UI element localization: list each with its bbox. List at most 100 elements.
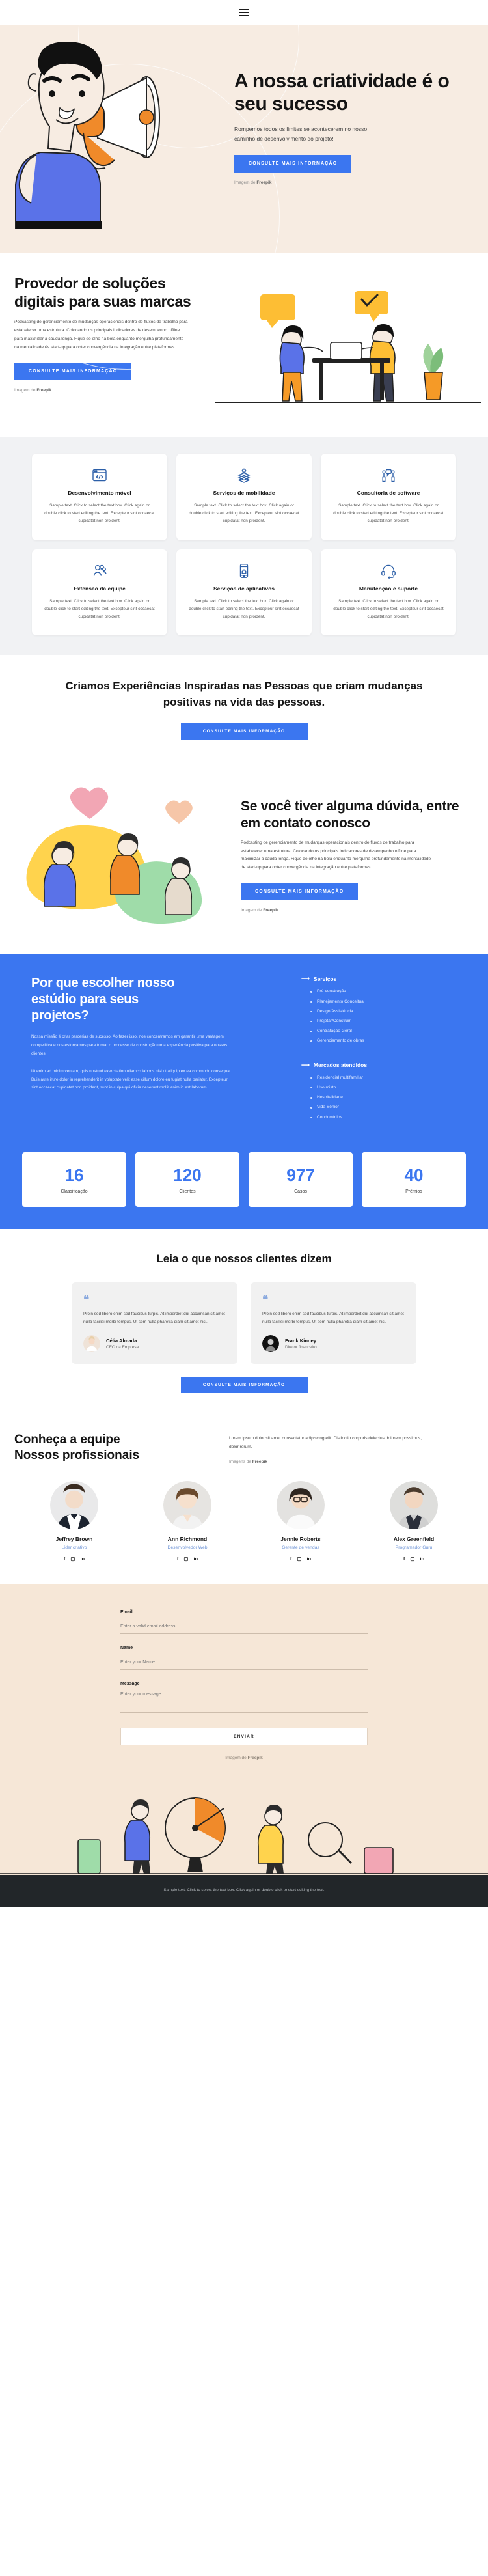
- list-item[interactable]: Contratação Geral: [310, 1028, 488, 1034]
- provider-credit-prefix: Imagem de: [14, 387, 37, 393]
- name-field-group: Name: [120, 1646, 368, 1670]
- stat-label: Classificação: [61, 1189, 88, 1194]
- quote-icon: ❝: [83, 1293, 90, 1306]
- name-label: Name: [120, 1646, 133, 1651]
- list-item[interactable]: Projetar/Construir: [310, 1018, 488, 1025]
- hero-section: A nossa criatividade é o seu sucesso Rom…: [0, 0, 488, 370]
- linkedin-icon[interactable]: in: [80, 1556, 85, 1562]
- headset-support-icon: [332, 562, 444, 579]
- inspiration-band: Criamos Experiências Inspiradas nas Pess…: [0, 655, 488, 762]
- contact-credit-source[interactable]: Freepik: [263, 908, 278, 913]
- service-card[interactable]: Consultoria de software Sample text. Cli…: [321, 454, 456, 540]
- service-card[interactable]: Serviços de aplicativos Sample text. Cli…: [176, 549, 312, 636]
- team-title-line-2: Nossos profissionais: [14, 1448, 140, 1463]
- contact-paragraph: Podcasting de gerenciamento de mudanças …: [241, 840, 431, 870]
- instagram-icon[interactable]: ▢: [410, 1556, 414, 1562]
- list-item[interactable]: Condomínios: [310, 1115, 488, 1121]
- hero-image-credit: Imagem de Freepik: [234, 180, 462, 185]
- name-input[interactable]: [120, 1659, 368, 1670]
- provider-credit-source[interactable]: Freepik: [36, 388, 51, 393]
- team-grid: Jeffrey Brown Líder criativo f ▢ in Ann …: [0, 1481, 488, 1562]
- services-list-heading: ⟶ Serviços: [301, 975, 488, 982]
- stats-grid: 16 Classificação 120 Clientes 977 Casos …: [0, 1138, 488, 1229]
- submit-button[interactable]: ENVIAR: [120, 1728, 368, 1746]
- provider-illustration: [215, 275, 488, 415]
- page-footer: Sample text. Click to select the text bo…: [0, 1875, 488, 1907]
- stat-label: Casos: [294, 1189, 307, 1194]
- hero-paragraph: Rompemos todos os limites se acontecerem…: [234, 125, 368, 143]
- testimonial-name: Frank Kinney: [285, 1338, 317, 1344]
- linkedin-icon[interactable]: in: [306, 1556, 311, 1562]
- facebook-icon[interactable]: f: [290, 1556, 292, 1562]
- team-member: Jennie Roberts Gerente de vendas f ▢ in: [249, 1481, 353, 1562]
- hero-illustration: [0, 40, 234, 229]
- team-title-line-1: Conheça a equipe: [14, 1433, 120, 1447]
- facebook-icon[interactable]: f: [64, 1556, 66, 1562]
- instagram-icon[interactable]: ▢: [183, 1556, 188, 1562]
- team-image-credit: Imagens de Freepik: [229, 1460, 463, 1464]
- testimonial-role: Diretor financeiro: [285, 1345, 317, 1350]
- why-choose-paragraph-1: Nossa missão é criar parcerias de sucess…: [31, 1034, 228, 1056]
- service-card[interactable]: Manutenção e suporte Sample text. Click …: [321, 549, 456, 636]
- facebook-icon[interactable]: f: [403, 1556, 405, 1562]
- service-card-title: Manutenção e suporte: [359, 585, 418, 592]
- stat-card: 120 Clientes: [135, 1152, 239, 1207]
- service-card-title: Consultoria de software: [357, 490, 420, 496]
- code-window-icon: [44, 467, 156, 484]
- message-input[interactable]: [120, 1691, 368, 1713]
- why-choose-lists: ⟶ Serviços Pré-construção Planejamento C…: [270, 975, 488, 1137]
- list-item[interactable]: Hospitalidade: [310, 1094, 488, 1101]
- markets-list: Residencial multifamiliar Uso misto Hosp…: [301, 1075, 488, 1121]
- team-credit-prefix: Imagens de: [229, 1460, 252, 1465]
- contact-cta-button[interactable]: CONSULTE MAIS INFORMAÇÃO: [241, 883, 359, 901]
- email-label: Email: [120, 1610, 133, 1615]
- inspiration-heading: Criamos Experiências Inspiradas nas Pess…: [65, 680, 423, 708]
- facebook-icon[interactable]: f: [177, 1556, 179, 1562]
- stat-value: 16: [64, 1165, 84, 1185]
- linkedin-icon[interactable]: in: [193, 1556, 198, 1562]
- team-member: Jeffrey Brown Líder criativo f ▢ in: [22, 1481, 126, 1562]
- quote-icon: ❝: [262, 1293, 269, 1306]
- arrow-right-icon: ⟶: [301, 1061, 310, 1068]
- services-list-heading-label: Serviços: [313, 975, 337, 982]
- why-choose-title: Por que escolher nosso estúdio para seus…: [31, 976, 175, 1023]
- service-card[interactable]: Desenvolvimento móvel Sample text. Click…: [32, 454, 167, 540]
- service-card[interactable]: Extensão da equipe Sample text. Click to…: [32, 549, 167, 636]
- email-input[interactable]: [120, 1623, 368, 1635]
- list-item[interactable]: Vida Sênior: [310, 1104, 488, 1111]
- list-item[interactable]: Residencial multifamiliar: [310, 1075, 488, 1081]
- service-card[interactable]: Serviços de mobilidade Sample text. Clic…: [176, 454, 312, 540]
- stat-card: 40 Prêmios: [362, 1152, 466, 1207]
- testimonials-cta-button[interactable]: CONSULTE MAIS INFORMAÇÃO: [180, 1377, 308, 1394]
- member-name: Jennie Roberts: [280, 1536, 321, 1543]
- member-role: Gerente de vendas: [282, 1545, 319, 1551]
- list-item[interactable]: Design/Assistência: [310, 1008, 488, 1015]
- hero-title: A nossa criatividade é o seu sucesso: [234, 70, 450, 115]
- linkedin-icon[interactable]: in: [420, 1556, 424, 1562]
- instagram-icon[interactable]: ▢: [70, 1556, 75, 1562]
- footer-illustration: [0, 1777, 488, 1876]
- testimonials-heading: Leia o que nossos clientes dizem: [156, 1252, 332, 1265]
- contact-form-section: Email Name Message ENVIAR Imagem de Free…: [0, 1584, 488, 1778]
- hero-copy: A nossa criatividade é o seu sucesso Rom…: [234, 40, 488, 229]
- inspiration-cta-button[interactable]: CONSULTE MAIS INFORMAÇÃO: [180, 723, 308, 740]
- stat-value: 40: [404, 1165, 424, 1185]
- hero-cta-button[interactable]: CONSULTE MAIS INFORMAÇÃO: [234, 155, 352, 173]
- service-card-title: Extensão da equipe: [74, 585, 126, 592]
- hero-credit-source[interactable]: Freepik: [256, 180, 271, 185]
- services-list: Pré-construção Planejamento Conceitual D…: [301, 988, 488, 1044]
- services-cards-section: Desenvolvimento móvel Sample text. Click…: [0, 437, 488, 656]
- why-choose-section: Por que escolher nosso estúdio para seus…: [0, 954, 488, 1229]
- list-item[interactable]: Gerenciamento de obras: [310, 1038, 488, 1044]
- list-item[interactable]: Uso misto: [310, 1085, 488, 1091]
- list-item[interactable]: Pré-construção: [310, 988, 488, 995]
- instagram-icon[interactable]: ▢: [297, 1556, 301, 1562]
- team-credit-source[interactable]: Freepik: [252, 1460, 267, 1464]
- contact-copy: Se você tiver alguma dúvida, entre em co…: [241, 779, 488, 935]
- services-cards-grid: Desenvolvimento móvel Sample text. Click…: [0, 454, 488, 636]
- stat-label: Clientes: [179, 1189, 196, 1194]
- form-credit-source[interactable]: Freepik: [248, 1756, 263, 1760]
- list-item[interactable]: Planejamento Conceitual: [310, 999, 488, 1005]
- member-photo: [277, 1481, 325, 1530]
- testimonial-text: Proin sed libero enim sed faucibus turpi…: [83, 1311, 225, 1324]
